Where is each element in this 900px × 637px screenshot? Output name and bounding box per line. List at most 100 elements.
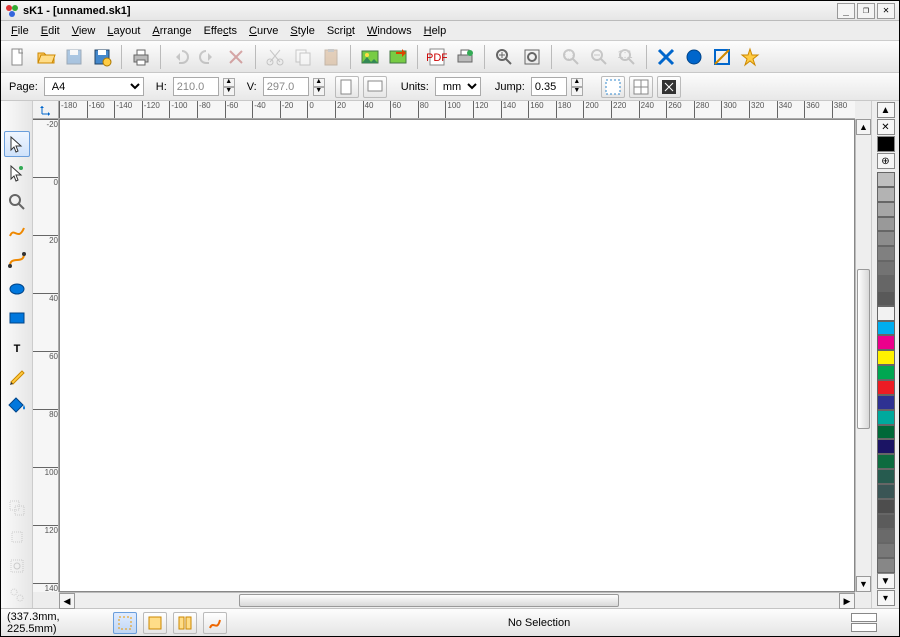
shaper-tool[interactable]: [4, 160, 30, 186]
color-swatch[interactable]: [877, 350, 895, 365]
outline-tool[interactable]: [4, 363, 30, 389]
color-swatch[interactable]: [877, 543, 895, 558]
height-input[interactable]: [263, 77, 309, 96]
color-swatch[interactable]: [877, 484, 895, 499]
page-size-select[interactable]: A4: [44, 77, 144, 96]
snap-grid-status-button[interactable]: [173, 612, 197, 634]
jump-spinner[interactable]: ▲▼: [571, 78, 583, 96]
paste-button[interactable]: [318, 44, 344, 70]
hscroll-thumb[interactable]: [239, 594, 619, 607]
color-swatch[interactable]: [877, 335, 895, 350]
units-select[interactable]: mm: [435, 77, 481, 96]
stroke-color-well[interactable]: [851, 623, 877, 632]
color-swatch[interactable]: [877, 187, 895, 202]
palette-nocolor-button[interactable]: ✕: [877, 119, 895, 135]
width-input[interactable]: [173, 77, 219, 96]
scroll-down-button[interactable]: ▼: [856, 576, 871, 592]
snap-guides-button[interactable]: [143, 612, 167, 634]
no-fill-button[interactable]: [653, 44, 679, 70]
export-pdf-button[interactable]: PDF: [424, 44, 450, 70]
fill-tool[interactable]: [4, 392, 30, 418]
scroll-left-button[interactable]: ◀: [59, 593, 75, 609]
jump-input[interactable]: [531, 77, 567, 96]
menu-view[interactable]: View: [66, 23, 102, 39]
outline-dialog-button[interactable]: [709, 44, 735, 70]
color-swatch[interactable]: [877, 306, 895, 321]
save-doc-button[interactable]: [61, 44, 87, 70]
menu-windows[interactable]: Windows: [361, 23, 418, 39]
palette-menu-button[interactable]: ▾: [877, 590, 895, 606]
color-swatch[interactable]: [877, 454, 895, 469]
color-swatch[interactable]: [877, 276, 895, 291]
menu-layout[interactable]: Layout: [101, 23, 146, 39]
vertical-ruler[interactable]: -20020406080100120140: [33, 119, 59, 592]
color-swatch[interactable]: [877, 261, 895, 276]
guides-button[interactable]: [601, 76, 625, 98]
palette-registration-button[interactable]: ⊕: [877, 153, 895, 169]
horizontal-scrollbar[interactable]: ◀ ▶: [59, 592, 855, 608]
palette-scroll-down-button[interactable]: ▼: [877, 573, 895, 589]
color-swatch[interactable]: [877, 469, 895, 484]
landscape-button[interactable]: [363, 76, 387, 98]
ellipse-tool[interactable]: [4, 276, 30, 302]
snap-page-button[interactable]: [113, 612, 137, 634]
menu-style[interactable]: Style: [284, 23, 320, 39]
freehand-tool[interactable]: [4, 218, 30, 244]
ruler-origin-button[interactable]: [33, 101, 59, 119]
zoom-tool[interactable]: [4, 189, 30, 215]
menu-curve[interactable]: Curve: [243, 23, 284, 39]
saveas-doc-button[interactable]: [89, 44, 115, 70]
text-tool[interactable]: T: [4, 334, 30, 360]
width-spinner[interactable]: ▲▼: [223, 78, 235, 96]
favorite-button[interactable]: [737, 44, 763, 70]
snap-object-status-button[interactable]: [203, 612, 227, 634]
menu-help[interactable]: Help: [418, 23, 453, 39]
color-swatch[interactable]: [877, 410, 895, 425]
color-swatch[interactable]: [877, 246, 895, 261]
color-swatch[interactable]: [877, 231, 895, 246]
vscroll-thumb[interactable]: [857, 269, 870, 429]
menu-file[interactable]: File: [5, 23, 35, 39]
menu-arrange[interactable]: Arrange: [146, 23, 197, 39]
rectangle-tool[interactable]: [4, 305, 30, 331]
color-swatch[interactable]: [877, 395, 895, 410]
import-image-button[interactable]: [357, 44, 383, 70]
open-doc-button[interactable]: [33, 44, 59, 70]
menu-effects[interactable]: Effects: [198, 23, 243, 39]
delete-button[interactable]: [223, 44, 249, 70]
snap-object-button[interactable]: [657, 76, 681, 98]
color-swatch[interactable]: [877, 291, 895, 306]
export-image-button[interactable]: [385, 44, 411, 70]
redo-button[interactable]: [195, 44, 221, 70]
zoom-selection-button[interactable]: [558, 44, 584, 70]
color-swatch[interactable]: [877, 321, 895, 336]
menu-script[interactable]: Script: [321, 23, 361, 39]
print-button[interactable]: [128, 44, 154, 70]
color-swatch[interactable]: [877, 217, 895, 232]
height-spinner[interactable]: ▲▼: [313, 78, 325, 96]
maximize-button[interactable]: ❐: [857, 3, 875, 19]
select-tool[interactable]: [4, 131, 30, 157]
color-swatch[interactable]: [877, 514, 895, 529]
vertical-scrollbar[interactable]: ▲ ▼: [855, 119, 871, 592]
color-swatch[interactable]: [877, 365, 895, 380]
palette-scroll-up-button[interactable]: ▲: [877, 102, 895, 118]
undo-button[interactable]: [167, 44, 193, 70]
scroll-right-button[interactable]: ▶: [839, 593, 855, 609]
scroll-up-button[interactable]: ▲: [856, 119, 871, 135]
copy-button[interactable]: [290, 44, 316, 70]
color-swatch[interactable]: [877, 499, 895, 514]
fill-dialog-button[interactable]: [681, 44, 707, 70]
menu-edit[interactable]: Edit: [35, 23, 66, 39]
zoom-in-button[interactable]: [491, 44, 517, 70]
drawing-canvas[interactable]: [59, 119, 855, 592]
zoom-out-button[interactable]: [586, 44, 612, 70]
palette-black-button[interactable]: ■: [877, 136, 895, 152]
color-swatch[interactable]: [877, 202, 895, 217]
color-swatch[interactable]: [877, 172, 895, 187]
color-swatch[interactable]: [877, 529, 895, 544]
color-swatch[interactable]: [877, 439, 895, 454]
horizontal-ruler[interactable]: -180-160-140-120-100-80-60-40-2002040608…: [59, 101, 855, 119]
snap-grid-button[interactable]: [629, 76, 653, 98]
fill-color-well[interactable]: [851, 613, 877, 622]
